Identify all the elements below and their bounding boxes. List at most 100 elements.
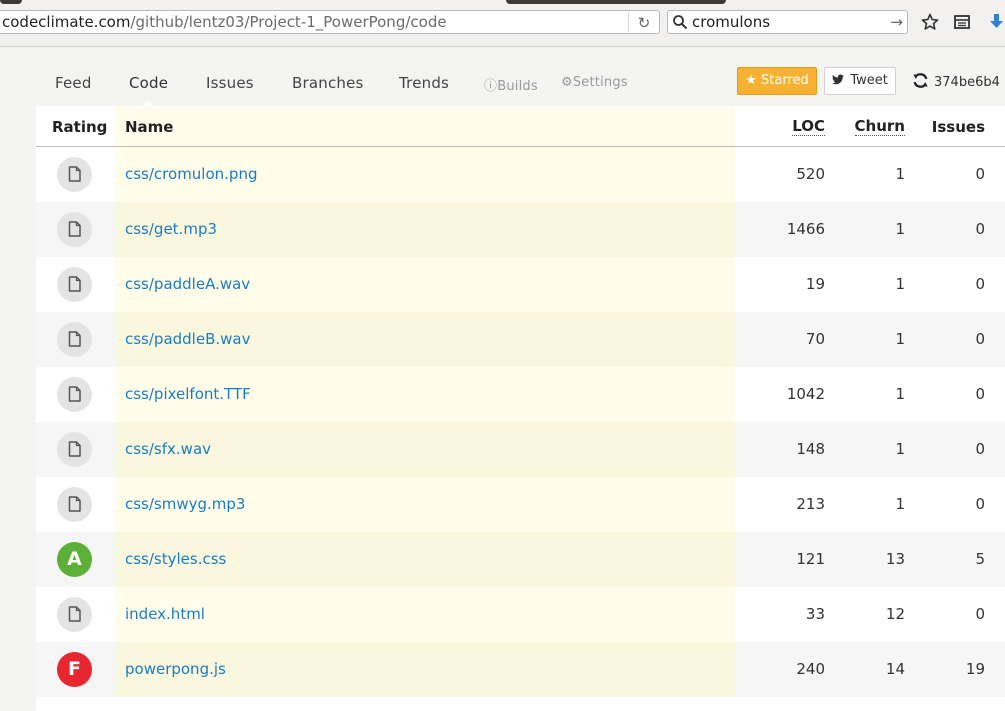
gear-icon: ⚙ [561, 75, 573, 90]
tab-issues[interactable]: Issues [206, 74, 254, 92]
file-rating-icon [57, 322, 92, 357]
browser-tab[interactable] [506, 0, 726, 4]
loc-value: 148 [796, 440, 825, 458]
tab-settings-label: Settings [572, 75, 628, 90]
issues-value: 0 [975, 330, 985, 348]
twitter-icon [832, 74, 845, 85]
file-link[interactable]: powerpong.js [125, 660, 226, 678]
loc-value: 70 [805, 330, 825, 348]
tweet-label: Tweet [850, 73, 888, 88]
commit-sha: 374be6b4 [934, 75, 1000, 90]
starred-button[interactable]: ★ Starred [737, 67, 817, 95]
file-link[interactable]: css/pixelfont.TTF [125, 385, 251, 403]
refresh-icon [913, 73, 928, 88]
header-rating[interactable]: Rating [52, 118, 107, 136]
churn-value: 1 [895, 385, 905, 403]
download-icon[interactable] [988, 12, 1005, 32]
reading-list-icon[interactable] [953, 13, 971, 31]
header-loc[interactable]: LOC [792, 118, 825, 136]
tab-trends[interactable]: Trends [399, 74, 449, 92]
table-row: css/smwyg.mp3 213 1 0 [36, 477, 1005, 532]
search-input[interactable]: cromulons [692, 11, 770, 33]
grade-badge[interactable]: A [57, 542, 92, 577]
header-churn[interactable]: Churn [854, 118, 905, 136]
tab-code[interactable]: Code [129, 74, 168, 92]
loc-value: 240 [796, 660, 825, 678]
churn-value: 1 [895, 440, 905, 458]
table-row: css/get.mp3 1466 1 0 [36, 202, 1005, 257]
loc-value: 213 [796, 495, 825, 513]
tab-feed[interactable]: Feed [55, 74, 92, 92]
tab-builds[interactable]: ⓘBuilds [484, 75, 538, 94]
issues-value: 0 [975, 275, 985, 293]
churn-value: 1 [895, 165, 905, 183]
table-row: css/sfx.wav 148 1 0 [36, 422, 1005, 477]
tab-settings[interactable]: ⚙Settings [561, 75, 628, 90]
loc-value: 19 [805, 275, 825, 293]
builds-icon: ⓘ [484, 79, 498, 94]
search-go-icon[interactable]: → [890, 11, 903, 33]
address-bar[interactable]: codeclimate.com/github/lentz03/Project-1… [0, 10, 660, 34]
issues-value: 0 [975, 495, 985, 513]
churn-value: 13 [885, 550, 905, 568]
file-rating-icon [57, 212, 92, 247]
search-box[interactable]: cromulons → [667, 10, 908, 34]
issues-value: 19 [965, 660, 985, 678]
table-row: Fpowerpong.js 240 14 19 [36, 642, 1005, 697]
header-issues[interactable]: Issues [932, 118, 985, 136]
loc-value: 1466 [786, 220, 825, 238]
issues-value: 5 [975, 550, 985, 568]
url-host: codeclimate.com [2, 13, 131, 31]
repo-nav: Feed Code Issues Branches Trends ⓘBuilds… [0, 46, 1005, 107]
tab-builds-label: Builds [497, 79, 538, 94]
churn-value: 1 [895, 495, 905, 513]
commit-refresh[interactable]: 374be6b4 [912, 72, 1000, 90]
issues-value: 0 [975, 385, 985, 403]
loc-value: 33 [805, 605, 825, 623]
grade-badge[interactable]: F [57, 652, 92, 687]
table-row: index.html 33 12 0 [36, 587, 1005, 642]
files-table: Rating Name LOC Churn Issues css/cromulo… [36, 106, 1005, 711]
file-rating-icon [57, 157, 92, 192]
churn-value: 14 [885, 660, 905, 678]
churn-value: 1 [895, 275, 905, 293]
issues-value: 0 [975, 165, 985, 183]
file-rating-icon [57, 597, 92, 632]
table-row: Acss/styles.css 121 13 5 [36, 532, 1005, 587]
churn-value: 1 [895, 330, 905, 348]
file-link[interactable]: css/get.mp3 [125, 220, 217, 238]
churn-value: 12 [885, 605, 905, 623]
file-link[interactable]: css/paddleB.wav [125, 330, 250, 348]
file-link[interactable]: css/smwyg.mp3 [125, 495, 245, 513]
file-link[interactable]: css/sfx.wav [125, 440, 211, 458]
file-rating-icon [57, 487, 92, 522]
file-rating-icon [57, 432, 92, 467]
file-link[interactable]: css/paddleA.wav [125, 275, 250, 293]
table-row: css/cromulon.png 520 1 0 [36, 147, 1005, 202]
loc-value: 121 [796, 550, 825, 568]
issues-value: 0 [975, 605, 985, 623]
table-header: Rating Name LOC Churn Issues [36, 106, 1005, 147]
loc-value: 1042 [786, 385, 825, 403]
file-link[interactable]: css/styles.css [125, 550, 226, 568]
file-link[interactable]: index.html [125, 605, 205, 623]
browser-toolbar: codeclimate.com/github/lentz03/Project-1… [0, 0, 1005, 47]
tweet-button[interactable]: Tweet [824, 67, 896, 95]
starred-label: Starred [761, 73, 809, 88]
table-row: css/paddleB.wav 70 1 0 [36, 312, 1005, 367]
loc-value: 520 [796, 165, 825, 183]
file-link[interactable]: css/cromulon.png [125, 165, 257, 183]
bookmark-star-icon[interactable] [921, 13, 939, 31]
header-name[interactable]: Name [125, 118, 173, 136]
churn-value: 1 [895, 220, 905, 238]
file-rating-icon [57, 267, 92, 302]
search-icon [673, 15, 688, 30]
table-row: css/pixelfont.TTF 1042 1 0 [36, 367, 1005, 422]
reload-icon[interactable]: ↻ [628, 12, 653, 32]
issues-value: 0 [975, 220, 985, 238]
browser-tab[interactable] [0, 0, 22, 4]
table-row: css/paddleA.wav 19 1 0 [36, 257, 1005, 312]
tab-branches[interactable]: Branches [292, 74, 364, 92]
issues-value: 0 [975, 440, 985, 458]
name-cell-bg [115, 587, 735, 642]
